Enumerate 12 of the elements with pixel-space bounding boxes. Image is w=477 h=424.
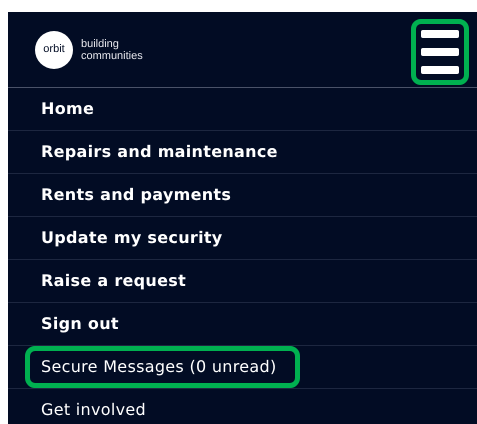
menu-link[interactable]: Get involved: [25, 389, 169, 424]
menu-link[interactable]: Rents and payments: [25, 174, 254, 216]
logo-tagline: building: [81, 38, 120, 50]
logo-mark[interactable]: orbit: [35, 30, 73, 68]
menu-link[interactable]: Secure Messages (0 unread): [25, 346, 300, 388]
menu-link[interactable]: Raise a request: [25, 260, 210, 302]
menu-link[interactable]: Sign out: [25, 303, 142, 345]
menu-link[interactable]: Repairs and maintenance: [25, 131, 301, 173]
logo-tagline: communities: [81, 50, 143, 62]
menu-button[interactable]: [411, 18, 469, 84]
menu-link[interactable]: Update my security: [25, 217, 246, 259]
menu-link[interactable]: Home: [25, 88, 118, 130]
